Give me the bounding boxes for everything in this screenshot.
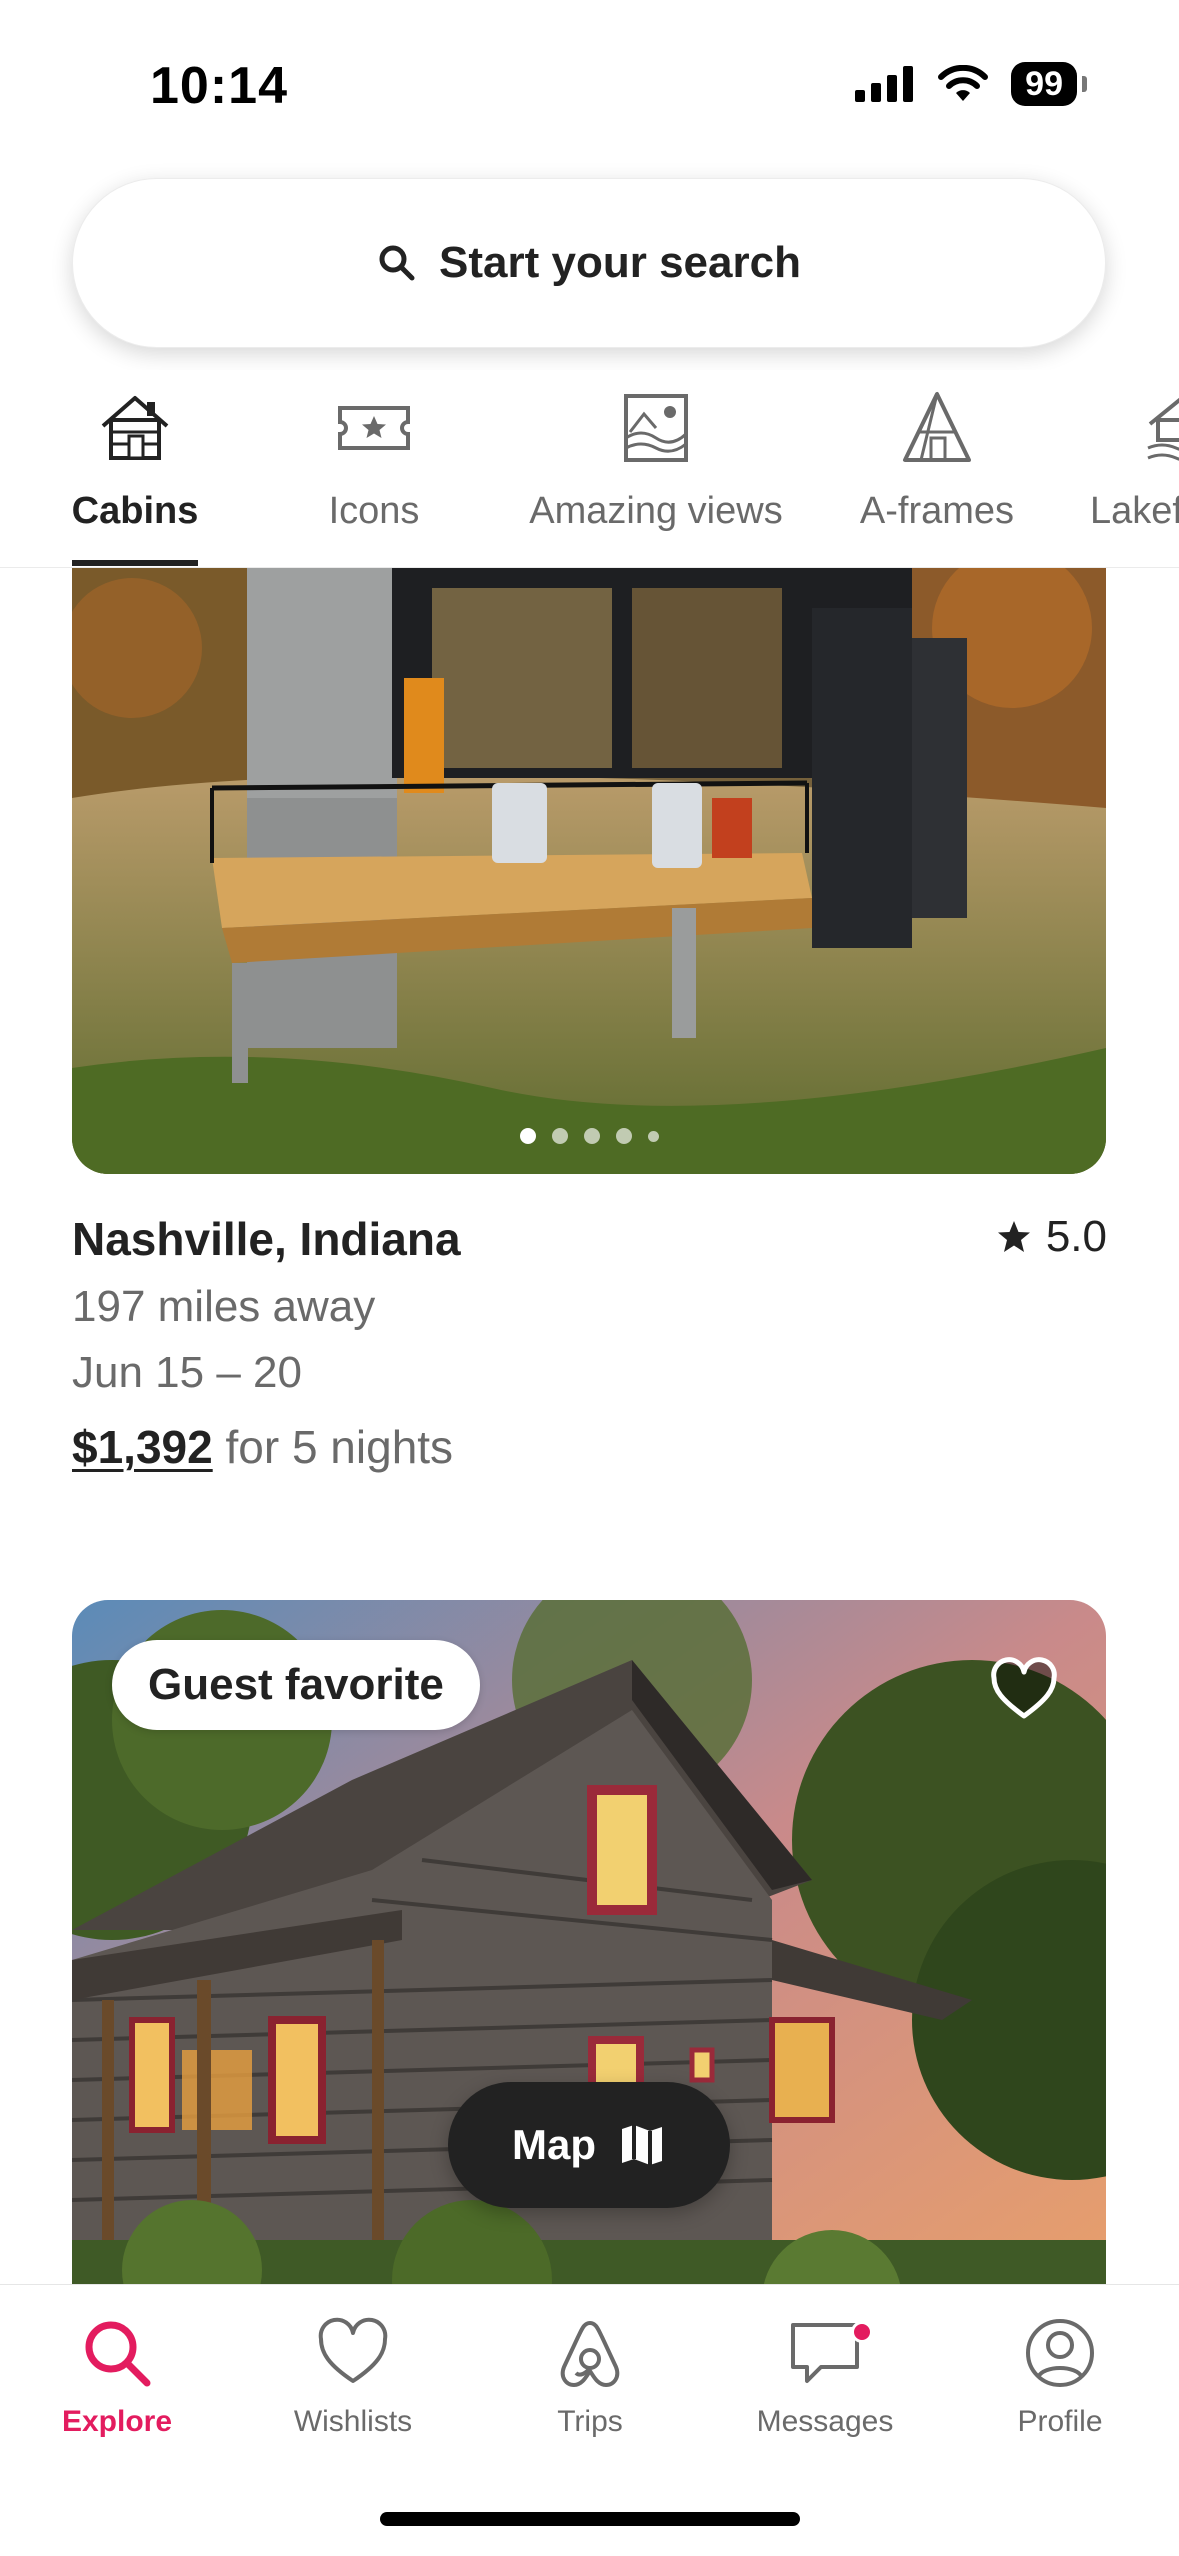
tab-profile[interactable]: Profile [960,2315,1160,2439]
tab-label: Messages [756,2405,894,2438]
landscape-frame-icon [624,394,688,462]
cellular-signal-icon [855,66,914,102]
category-label: A-frames [859,490,1015,532]
airbnb-logo-icon [560,2321,620,2387]
map-button-label: Map [512,2121,596,2168]
tab-label: Explore [61,2405,173,2438]
heart-icon [318,2317,388,2383]
listing-rating: 5.0 [996,1212,1107,1262]
carousel-dots [72,1128,1106,1144]
search-icon [379,245,415,281]
category-cabins[interactable]: Cabins [72,388,198,533]
tab-messages[interactable]: Messages [725,2315,925,2439]
carousel-dot [551,1128,568,1144]
category-label: Cabins [71,490,199,532]
tab-label: Trips [557,2405,623,2438]
notification-dot [851,2321,873,2343]
category-label: Icons [328,490,420,532]
category-amazing-views[interactable]: Amazing views [518,388,794,533]
carousel-dot [519,1128,536,1144]
wifi-icon [938,65,989,101]
carousel-dot [583,1128,600,1144]
ticket-star-icon [338,406,410,450]
cabin-icon [101,396,169,460]
listing-distance: 197 miles away [72,1282,376,1331]
tab-label: Profile [1017,2405,1103,2438]
status-bar: 10:14 99 [0,0,1179,170]
tab-trips[interactable]: Trips [490,2315,690,2439]
rating-value: 5.0 [1045,1212,1107,1261]
listing-photo-carousel[interactable] [72,568,1106,1174]
carousel-dot [647,1130,659,1142]
search-label: Start your search [439,238,801,287]
search-icon [85,2321,151,2387]
guest-favorite-badge: Guest favorite [112,1640,480,1730]
tab-label: Wishlists [293,2405,413,2438]
listing-price-suffix: for 5 nights [225,1421,454,1473]
category-icons[interactable]: Icons [314,388,434,533]
listing-dates: Jun 15 – 20 [72,1348,302,1397]
status-icons: 99 [855,62,1087,106]
search-button[interactable]: Start your search [72,178,1106,348]
listing-price[interactable]: $1,392 [72,1421,213,1473]
tab-wishlists[interactable]: Wishlists [253,2315,453,2439]
wishlist-heart-icon[interactable] [988,1654,1060,1726]
listing-photo-carousel[interactable]: Guest favorite [72,1600,1106,2320]
star-icon [997,1221,1030,1252]
category-bar: Cabins Icons Amazing views A-frames Lake [0,370,1179,568]
tab-explore[interactable]: Explore [17,2315,217,2439]
listing-location[interactable]: Nashville, Indiana [72,1212,461,1266]
category-lakefront[interactable]: Lakefront [1090,388,1179,533]
home-indicator [380,2512,800,2526]
category-a-frames[interactable]: A-frames [852,388,1022,533]
battery-indicator: 99 [1011,62,1087,106]
category-label: Amazing views [529,490,783,532]
a-frame-icon [903,392,971,462]
map-button[interactable]: Map [448,2082,730,2208]
active-category-underline [72,560,198,566]
carousel-dot [615,1128,632,1144]
category-label: Lakefront [1090,490,1179,532]
map-icon [622,2125,662,2165]
lake-house-icon [1147,397,1179,461]
status-time: 10:14 [150,57,288,115]
listing-photo [72,568,1106,1174]
profile-icon [1026,2319,1094,2387]
listing-price-line: $1,392 for 5 nights [72,1420,453,1474]
